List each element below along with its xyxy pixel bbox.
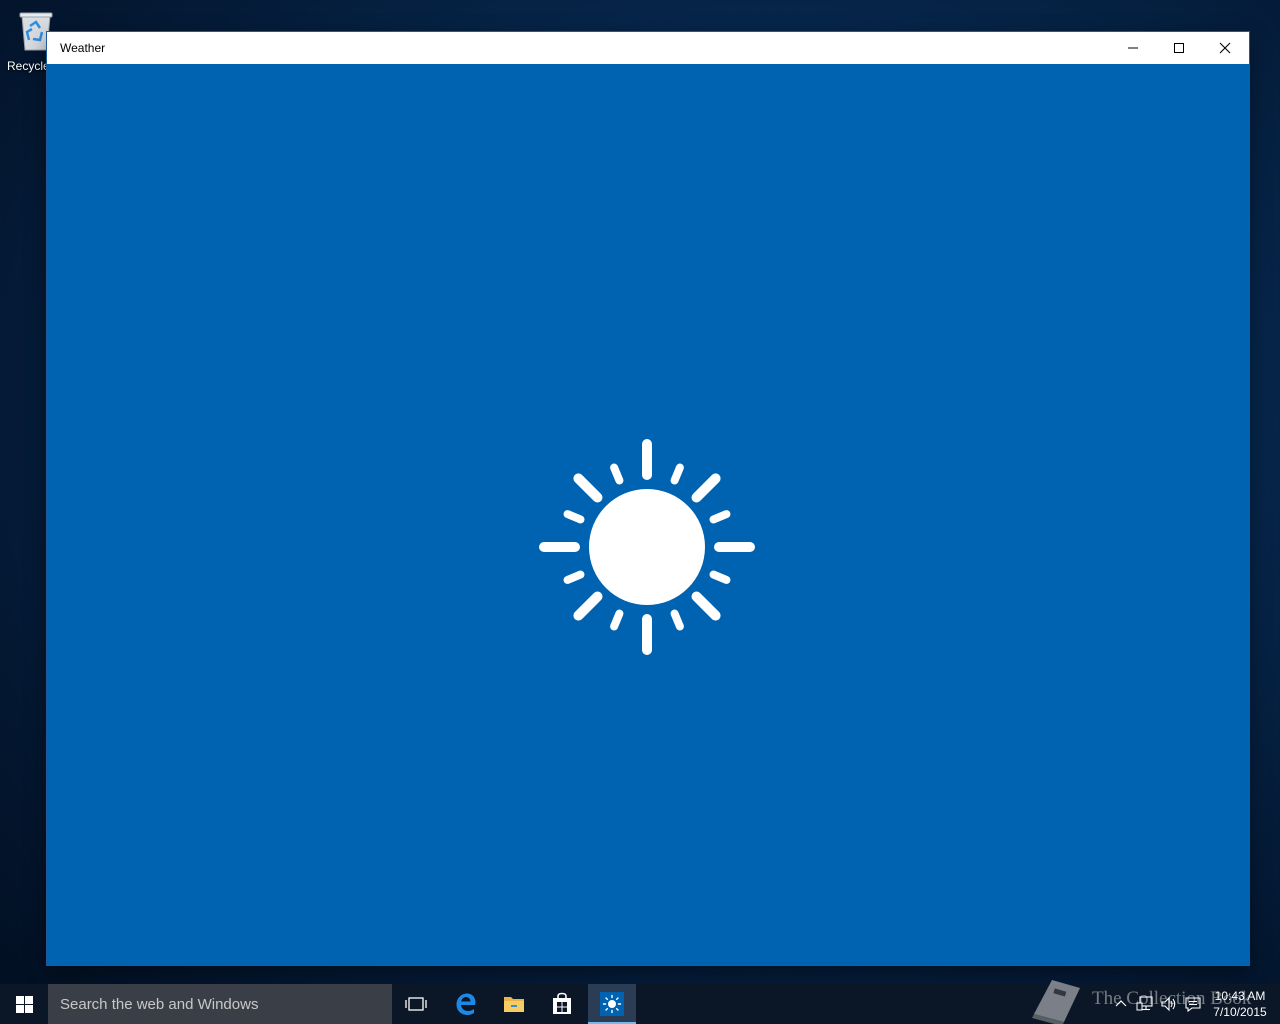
sun-ray [563, 510, 585, 524]
recycle-bin-label: Recycle [7, 59, 50, 73]
close-button[interactable] [1202, 32, 1248, 64]
sun-ray [573, 473, 603, 503]
taskbar: The Collection Book 10:43 AM 7/10/2015 [0, 980, 1280, 1024]
maximize-button[interactable] [1156, 32, 1202, 64]
window-title: Weather [60, 41, 106, 55]
chevron-up-icon[interactable] [1112, 995, 1130, 1013]
clock-time: 10:43 AM [1214, 989, 1266, 1003]
minimize-icon [1128, 47, 1138, 49]
sun-icon [539, 439, 755, 655]
task-view-icon [405, 997, 427, 1011]
sun-ray [563, 570, 585, 584]
taskbar-file-explorer[interactable] [490, 984, 538, 1024]
taskbar-weather[interactable] [588, 984, 636, 1024]
search-box[interactable] [48, 984, 392, 1024]
sun-ray [573, 591, 603, 621]
weather-icon [600, 992, 624, 1016]
sun-ray [610, 609, 624, 631]
taskbar-edge[interactable] [442, 984, 490, 1024]
sun-ray [670, 463, 684, 485]
sun-ray [691, 473, 721, 503]
message-icon[interactable] [1184, 995, 1202, 1013]
sun-ray [670, 609, 684, 631]
title-bar[interactable]: Weather [47, 32, 1249, 64]
start-button[interactable] [0, 984, 48, 1024]
maximize-icon [1174, 43, 1184, 53]
weather-window: Weather [47, 32, 1249, 965]
windows-logo-icon [16, 996, 33, 1013]
system-clock[interactable]: 10:43 AM 7/10/2015 [1206, 988, 1274, 1020]
clock-date: 7/10/2015 [1213, 1005, 1267, 1019]
close-icon [1219, 42, 1231, 54]
book-icon [1032, 980, 1080, 1024]
taskbar-task-view[interactable] [392, 984, 440, 1024]
sun-ray [610, 463, 624, 485]
minimize-button[interactable] [1110, 32, 1156, 64]
sun-ray [709, 510, 731, 524]
sun-ray [691, 591, 721, 621]
splash-screen [47, 64, 1249, 965]
taskbar-store[interactable] [538, 984, 586, 1024]
search-input[interactable] [48, 984, 390, 1024]
edge-icon [456, 993, 476, 1015]
network-icon[interactable] [1136, 995, 1154, 1013]
folder-icon [504, 997, 524, 1012]
store-icon [553, 992, 571, 1014]
volume-icon[interactable] [1160, 995, 1178, 1013]
sun-ray [709, 570, 731, 584]
